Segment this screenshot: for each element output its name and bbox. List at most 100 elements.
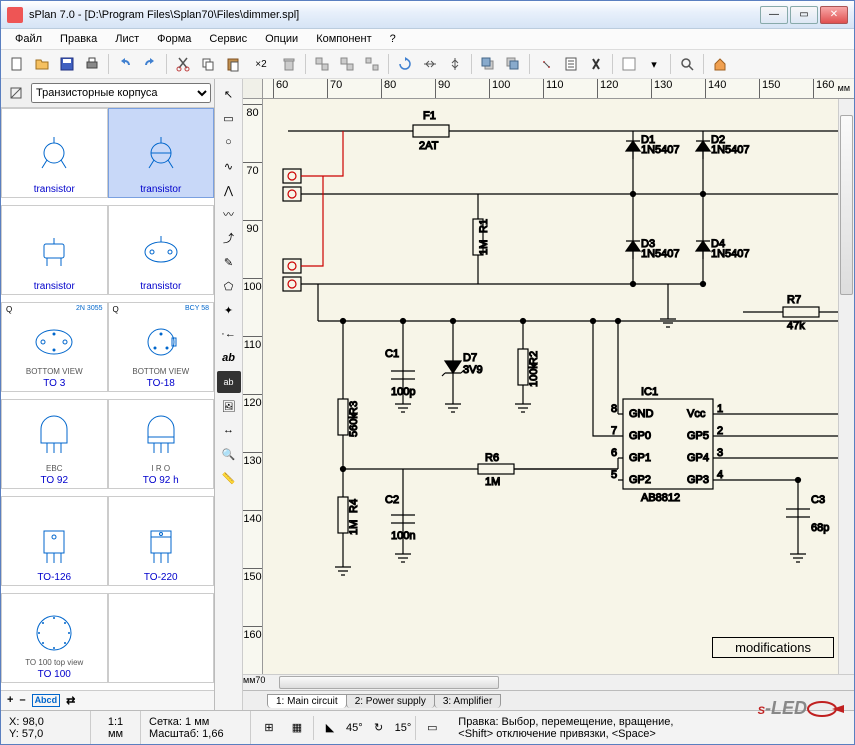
menu-sheet[interactable]: Лист: [107, 31, 147, 47]
grid-icon[interactable]: [617, 53, 641, 75]
ungroup-icon[interactable]: [335, 53, 359, 75]
svg-text:GP4: GP4: [687, 452, 709, 464]
image-tool[interactable]: 🖼: [217, 395, 241, 417]
grid-toggle-icon[interactable]: ▦: [285, 717, 309, 739]
rotate-step-icon[interactable]: ↻: [367, 717, 391, 739]
svg-text:C1: C1: [385, 348, 399, 360]
part-TO 100[interactable]: TO 100 top viewTO 100: [1, 593, 108, 683]
zoom-icon[interactable]: [675, 53, 699, 75]
node-tool[interactable]: ✦: [217, 299, 241, 321]
circle-tool[interactable]: ○: [217, 131, 241, 153]
part-TO-220[interactable]: TO-220: [108, 496, 215, 586]
svg-text:2AT: 2AT: [419, 140, 439, 152]
menu-edit[interactable]: Правка: [52, 31, 105, 47]
magnify-tool[interactable]: 🔍: [217, 443, 241, 465]
polygon-tool[interactable]: ⬠: [217, 275, 241, 297]
rotate-icon[interactable]: [393, 53, 417, 75]
paste-icon[interactable]: [221, 53, 245, 75]
part-TO 92 h[interactable]: I R OTO 92 h: [108, 399, 215, 489]
point-tool[interactable]: ·←: [217, 323, 241, 345]
grid-dd-icon[interactable]: ▾: [642, 53, 666, 75]
undo-icon[interactable]: [113, 53, 137, 75]
svg-text:1M: 1M: [485, 476, 500, 488]
polyline-tool[interactable]: ⋀: [217, 179, 241, 201]
minimize-button[interactable]: —: [760, 6, 788, 24]
grid-snap-icon[interactable]: ⊞: [257, 717, 281, 739]
svg-text:R6: R6: [485, 452, 499, 464]
mirror-v-icon[interactable]: [443, 53, 467, 75]
snap-icon[interactable]: [534, 53, 558, 75]
menu-form[interactable]: Форма: [149, 31, 199, 47]
redo-icon[interactable]: [138, 53, 162, 75]
label-tool[interactable]: ab: [217, 371, 241, 393]
scrollbar-vertical[interactable]: [838, 99, 854, 674]
ruler-vertical: 807090100110120130140150160: [243, 99, 263, 674]
part-transistor[interactable]: transistor: [1, 205, 108, 295]
menu-component[interactable]: Компонент: [308, 31, 379, 47]
status-grid: Сетка: 1 мм: [149, 716, 242, 728]
maximize-button[interactable]: ▭: [790, 6, 818, 24]
wire-tool[interactable]: ∿: [217, 155, 241, 177]
label-toggle[interactable]: Abcd: [32, 694, 61, 707]
cut-icon[interactable]: [171, 53, 195, 75]
pointer-tool[interactable]: ↖: [217, 83, 241, 105]
part-transistor[interactable]: transistor: [108, 108, 215, 198]
measure-tool[interactable]: 📏: [217, 467, 241, 489]
menu-help[interactable]: ?: [382, 31, 404, 47]
svg-text:R2: R2: [528, 351, 540, 365]
menu-service[interactable]: Сервис: [201, 31, 255, 47]
freehand-tool[interactable]: ✎: [217, 251, 241, 273]
new-icon[interactable]: [5, 53, 29, 75]
dimension-tool[interactable]: ↔: [217, 419, 241, 441]
align-icon[interactable]: [360, 53, 384, 75]
sheet-tab[interactable]: 2: Power supply: [346, 694, 435, 708]
copy-icon[interactable]: [196, 53, 220, 75]
svg-text:Vcc: Vcc: [687, 408, 706, 420]
duplicate-icon[interactable]: ×2: [246, 53, 276, 75]
group-icon[interactable]: [310, 53, 334, 75]
part-TO-126[interactable]: TO-126: [1, 496, 108, 586]
statusbar: X: 98,0 Y: 57,0 1:1 мм Сетка: 1 мм Масшт…: [1, 710, 854, 744]
angle-icon[interactable]: ◣: [318, 717, 342, 739]
find-icon[interactable]: [584, 53, 608, 75]
svg-text:100p: 100p: [391, 386, 415, 398]
svg-text:AB8812: AB8812: [641, 492, 680, 504]
scrollbar-horizontal[interactable]: [263, 675, 854, 690]
open-icon[interactable]: [30, 53, 54, 75]
part-TO-18[interactable]: QBCY 58BOTTOM VIEWTO-18: [108, 302, 215, 392]
part-empty[interactable]: [108, 593, 215, 683]
zoom-out[interactable]: –: [19, 694, 25, 707]
toback-icon[interactable]: [501, 53, 525, 75]
spline-tool[interactable]: 〰: [217, 203, 241, 225]
sheet-tab[interactable]: 3: Amplifier: [434, 694, 501, 708]
svg-text:5: 5: [611, 469, 617, 481]
save-icon[interactable]: [55, 53, 79, 75]
sheet-tab[interactable]: 1: Main circuit: [267, 694, 347, 708]
tofront-icon[interactable]: [476, 53, 500, 75]
close-button[interactable]: ✕: [820, 6, 848, 24]
svg-text:47k: 47k: [787, 320, 805, 332]
rect-status-icon[interactable]: ▭: [420, 717, 444, 739]
part-TO 3[interactable]: Q2N 3055BOTTOM VIEWTO 3: [1, 302, 108, 392]
status-hint: Правка: Выбор, перемещение, вращение, <S…: [450, 711, 854, 744]
menu-file[interactable]: Файл: [7, 31, 50, 47]
lib-icon[interactable]: [4, 82, 28, 104]
rect-tool[interactable]: ▭: [217, 107, 241, 129]
modifications-label: modifications: [712, 637, 834, 658]
canvas[interactable]: F1 2AT: [263, 99, 854, 674]
zoom-in[interactable]: +: [7, 694, 13, 707]
mirror-h-icon[interactable]: [418, 53, 442, 75]
menu-options[interactable]: Опции: [257, 31, 306, 47]
toolbox: ↖ ▭ ○ ∿ ⋀ 〰 ⤴ ✎ ⬠ ✦ ·← ab ab 🖼 ↔ 🔍 📏: [215, 79, 243, 710]
part-TO 92[interactable]: EBCTO 92: [1, 399, 108, 489]
swap-icon[interactable]: ⇄: [66, 694, 75, 707]
text-tool[interactable]: ab: [217, 347, 241, 369]
home-icon[interactable]: [708, 53, 732, 75]
delete-icon[interactable]: [277, 53, 301, 75]
print-icon[interactable]: [80, 53, 104, 75]
library-select[interactable]: Транзисторные корпуса: [31, 83, 211, 103]
part-transistor[interactable]: transistor: [1, 108, 108, 198]
bezier-tool[interactable]: ⤴: [217, 227, 241, 249]
part-transistor[interactable]: transistor: [108, 205, 215, 295]
list-icon[interactable]: [559, 53, 583, 75]
